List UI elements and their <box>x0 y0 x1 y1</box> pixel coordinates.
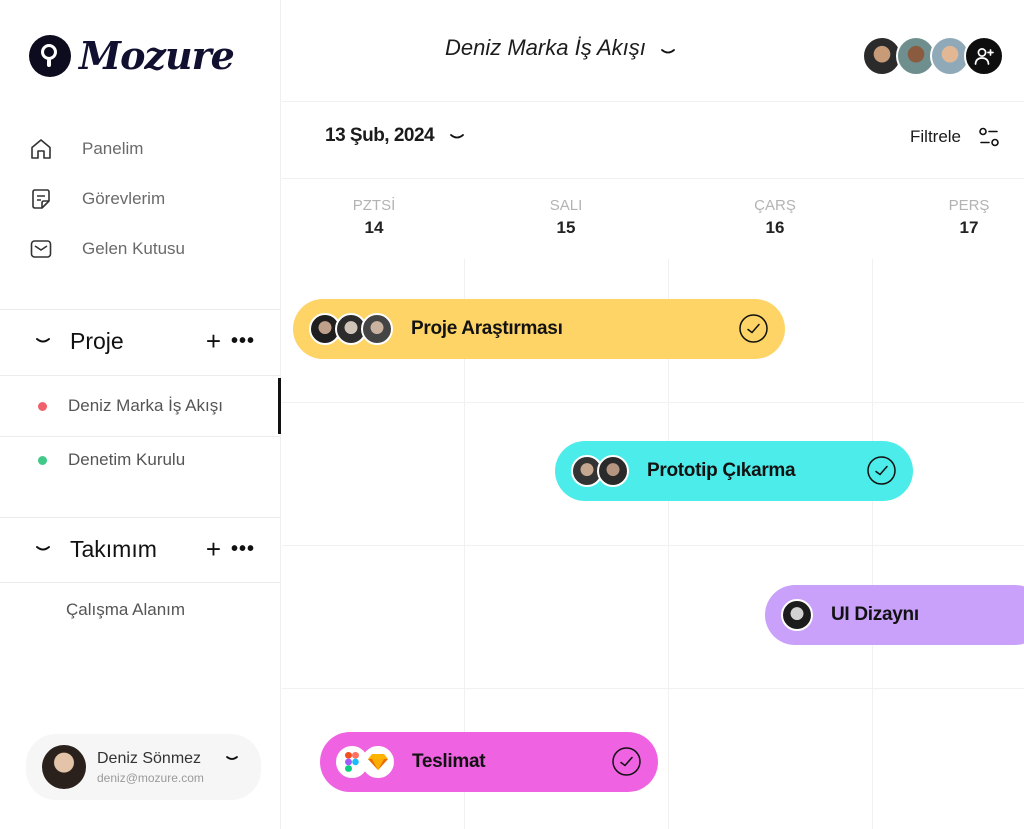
task-name: UI Dizaynı <box>831 604 919 625</box>
day-date: 14 <box>364 218 384 237</box>
project-item-deniz[interactable]: Deniz Marka İş Akışı <box>0 378 281 434</box>
team-item-workspace[interactable]: Çalışma Alanım <box>66 600 185 620</box>
nav-item-panelim[interactable]: Panelim <box>28 124 268 174</box>
day-header: PERŞ 17 <box>929 197 1009 238</box>
add-team-button[interactable]: + <box>206 536 221 562</box>
filter-button[interactable]: Filtrele <box>910 127 961 147</box>
divider <box>0 375 281 376</box>
chevron-down-icon[interactable] <box>34 540 52 558</box>
nav-item-gelen-kutusu[interactable]: Gelen Kutusu <box>28 224 268 274</box>
top-bar: Deniz Marka İş Akışı <box>282 0 1024 102</box>
date-picker[interactable]: 13 Şub, 2024 <box>325 125 435 147</box>
project-item-denetim[interactable]: Denetim Kurulu <box>0 432 281 488</box>
grid-line <box>282 545 1024 546</box>
nav-item-label: Panelim <box>82 139 144 158</box>
team-more-button[interactable]: ••• <box>231 538 255 561</box>
check-circle-icon[interactable] <box>738 313 769 344</box>
member-avatars <box>862 36 1004 76</box>
user-email: deniz@mozure.com <box>97 770 204 785</box>
assignee-avatars <box>781 599 813 631</box>
task-bar-prototype[interactable]: Prototip Çıkarma <box>555 441 913 501</box>
avatar <box>781 599 813 631</box>
chevron-down-icon[interactable] <box>449 129 465 145</box>
team-section-title: Takımım <box>70 535 157 562</box>
project-section-header: Proje + ••• <box>0 309 281 373</box>
main-nav: Panelim Görevlerim Gelen Kutusu <box>28 124 268 274</box>
project-item-label: Denetim Kurulu <box>68 450 186 469</box>
sidebar: Mozure Panelim Görevlerim Gelen Kutusu P… <box>0 0 281 829</box>
nav-item-gorevlerim[interactable]: Görevlerim <box>28 174 268 224</box>
grid-line <box>872 259 873 829</box>
inbox-icon <box>30 240 52 258</box>
sketch-icon <box>362 746 394 778</box>
day-name: PERŞ <box>948 197 990 214</box>
filter-icon[interactable] <box>977 125 1001 149</box>
task-bar-ui-design[interactable]: UI Dizaynı <box>765 585 1024 645</box>
project-color-dot <box>38 455 47 465</box>
day-name: ÇARŞ <box>754 197 796 214</box>
avatar <box>597 455 629 487</box>
avatar <box>42 745 86 789</box>
chevron-down-icon[interactable] <box>660 44 676 60</box>
chevron-down-icon[interactable] <box>225 752 239 766</box>
task-name: Proje Araştırması <box>411 318 563 339</box>
check-circle-icon[interactable] <box>611 746 642 777</box>
check-circle-icon[interactable] <box>866 455 897 486</box>
task-bar-delivery[interactable]: Teslimat <box>320 732 658 792</box>
task-name: Prototip Çıkarma <box>647 460 796 481</box>
day-date: 17 <box>959 218 979 237</box>
grid-line <box>282 688 1024 689</box>
project-more-button[interactable]: ••• <box>231 330 255 353</box>
team-section-header: Takımım + ••• <box>0 517 281 581</box>
day-name: SALI <box>549 197 583 214</box>
app-name: Mozure <box>79 33 235 78</box>
logo-mark-icon <box>29 34 71 77</box>
day-date: 16 <box>765 218 785 237</box>
task-name: Teslimat <box>412 751 486 772</box>
home-icon <box>31 139 51 159</box>
nav-item-label: Gelen Kutusu <box>82 239 186 258</box>
grid-line <box>282 402 1024 403</box>
user-name: Deniz Sönmez <box>97 749 202 767</box>
assignee-avatars <box>309 313 393 345</box>
day-name: PZTSİ <box>352 197 396 214</box>
add-project-button[interactable]: + <box>206 328 221 354</box>
note-icon <box>32 189 50 209</box>
project-section-title: Proje <box>70 327 124 354</box>
date-toolbar: 13 Şub, 2024 Filtrele <box>282 103 1024 179</box>
avatar <box>361 313 393 345</box>
chevron-down-icon[interactable] <box>34 332 52 350</box>
user-profile-card[interactable]: Deniz Sönmez deniz@mozure.com <box>26 734 261 800</box>
nav-item-label: Görevlerim <box>82 189 166 208</box>
task-bar-research[interactable]: Proje Araştırması <box>293 299 785 359</box>
project-color-dot <box>38 401 47 411</box>
divider <box>0 582 281 583</box>
day-header: ÇARŞ 16 <box>735 197 815 238</box>
tool-icons <box>336 746 394 778</box>
day-header: PZTSİ 14 <box>334 197 414 238</box>
app-logo[interactable]: Mozure <box>29 33 235 78</box>
assignee-avatars <box>571 455 629 487</box>
day-header: SALI 15 <box>526 197 606 238</box>
workflow-title[interactable]: Deniz Marka İş Akışı <box>445 35 646 61</box>
project-item-label: Deniz Marka İş Akışı <box>68 396 223 415</box>
add-member-button[interactable] <box>964 36 1004 76</box>
add-user-icon <box>974 48 994 65</box>
day-date: 15 <box>556 218 576 237</box>
